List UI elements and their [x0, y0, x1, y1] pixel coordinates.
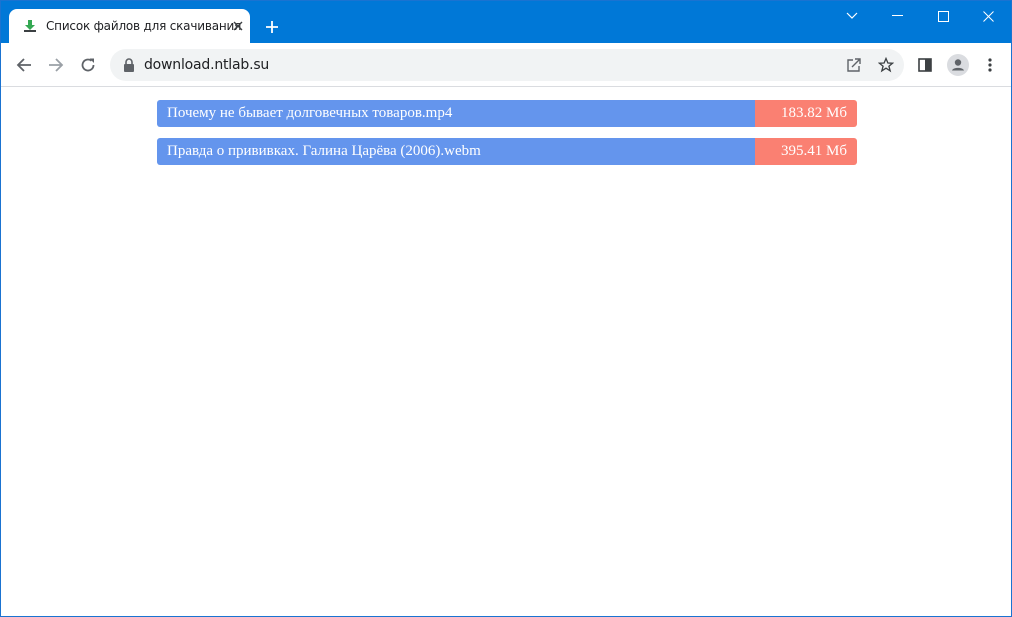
back-button[interactable] — [10, 51, 38, 79]
star-icon[interactable] — [874, 53, 898, 77]
arrow-right-icon — [49, 58, 64, 72]
active-tab[interactable]: Список файлов для скачивания — [9, 9, 250, 43]
forward-button[interactable] — [42, 51, 70, 79]
share-icon[interactable] — [842, 53, 866, 77]
address-bar[interactable]: download.ntlab.su — [110, 49, 904, 81]
minimize-button[interactable] — [874, 1, 920, 31]
plus-icon — [266, 21, 278, 33]
file-list-item[interactable]: Почему не бывает долговечных товаров.mp4… — [157, 100, 857, 127]
file-size: 395.41 Мб — [755, 138, 857, 165]
avatar-icon — [947, 54, 969, 76]
page-content: Почему не бывает долговечных товаров.mp4… — [1, 87, 1011, 616]
file-name-link[interactable]: Правда о прививках. Галина Царёва (2006)… — [157, 138, 755, 165]
new-tab-button[interactable] — [260, 15, 284, 39]
maximize-button[interactable] — [920, 1, 966, 31]
kebab-menu-icon — [988, 58, 992, 72]
close-window-button[interactable] — [965, 1, 1011, 31]
lock-icon[interactable] — [122, 57, 136, 73]
close-icon — [982, 10, 994, 22]
file-name-link[interactable]: Почему не бывает долговечных товаров.mp4 — [157, 100, 755, 127]
download-icon — [23, 19, 37, 33]
file-size: 183.82 Мб — [755, 100, 857, 127]
arrow-left-icon — [16, 58, 31, 72]
close-icon[interactable] — [230, 18, 246, 34]
chevron-down-icon — [846, 12, 858, 19]
file-list-item[interactable]: Правда о прививках. Галина Царёва (2006)… — [157, 138, 857, 165]
tab-title: Список файлов для скачивания — [46, 19, 242, 33]
tab-strip: Список файлов для скачивания — [1, 1, 1011, 43]
side-panel-button[interactable] — [911, 51, 939, 79]
reload-button[interactable] — [74, 51, 102, 79]
maximize-icon — [937, 10, 949, 22]
side-panel-icon — [918, 58, 932, 72]
url-text[interactable]: download.ntlab.su — [144, 57, 269, 73]
menu-button[interactable] — [976, 51, 1004, 79]
reload-icon — [81, 58, 95, 72]
minimize-icon — [891, 15, 903, 16]
profile-button[interactable] — [944, 51, 972, 79]
browser-window: Список файлов для скачивания download.nt… — [0, 0, 1012, 617]
tab-search-button[interactable] — [829, 1, 875, 31]
browser-toolbar: download.ntlab.su — [1, 43, 1011, 87]
